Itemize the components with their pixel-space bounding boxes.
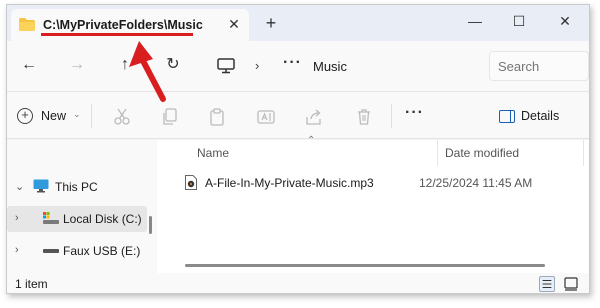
search-input[interactable] bbox=[490, 52, 588, 80]
monitor-icon bbox=[33, 179, 49, 193]
drive-icon bbox=[43, 212, 59, 224]
tab-close-icon[interactable]: ✕ bbox=[225, 15, 243, 33]
sort-ascending-icon: ⌃ bbox=[307, 135, 316, 146]
file-explorer-window: C:\MyPrivateFolders\Music ✕ + — ☐ ✕ ← → … bbox=[6, 4, 590, 294]
table-row[interactable]: A-File-In-My-Private-Music.mp3 12/25/202… bbox=[185, 172, 589, 194]
share-icon[interactable] bbox=[305, 108, 323, 126]
column-header-name[interactable]: Name bbox=[197, 146, 229, 160]
column-divider[interactable] bbox=[437, 140, 438, 166]
column-divider[interactable] bbox=[583, 140, 584, 166]
chevron-down-icon[interactable]: ⌄ bbox=[15, 180, 24, 193]
monitor-icon bbox=[217, 58, 235, 74]
breadcrumb-music[interactable]: Music bbox=[313, 59, 347, 74]
minimize-button[interactable]: — bbox=[463, 11, 487, 31]
maximize-button[interactable]: ☐ bbox=[507, 11, 531, 31]
usb-drive-icon bbox=[43, 249, 59, 253]
file-name: A-File-In-My-Private-Music.mp3 bbox=[205, 176, 374, 190]
paste-icon[interactable] bbox=[209, 108, 227, 126]
sidebar-item-label: This PC bbox=[55, 180, 98, 194]
copy-icon[interactable] bbox=[161, 108, 179, 126]
search-box[interactable] bbox=[489, 51, 589, 81]
horizontal-scrollbar[interactable] bbox=[185, 264, 545, 267]
divider bbox=[91, 104, 92, 128]
forward-button[interactable]: → bbox=[67, 55, 87, 75]
navigation-bar: ← → ↑ ↻ › ··· Music bbox=[7, 41, 589, 91]
back-button[interactable]: ← bbox=[19, 55, 39, 75]
command-bar: + New ⌄ ··· Details bbox=[7, 91, 589, 139]
cut-icon[interactable] bbox=[113, 108, 131, 126]
close-window-button[interactable]: ✕ bbox=[553, 11, 577, 31]
breadcrumb-overflow-button[interactable]: ··· bbox=[283, 54, 302, 72]
navigation-pane: ⌄ This PC › Local Disk (C:) › Faux USB (… bbox=[7, 140, 157, 273]
plus-icon: + bbox=[17, 108, 33, 124]
sidebar-item-local-disk[interactable]: › Local Disk (C:) bbox=[7, 206, 147, 232]
audio-file-icon bbox=[185, 175, 197, 190]
annotation-arrow-icon bbox=[129, 41, 166, 102]
sidebar-item-label: Faux USB (E:) bbox=[63, 244, 141, 258]
tab-title: C:\MyPrivateFolders\Music bbox=[43, 18, 203, 32]
details-label: Details bbox=[521, 109, 560, 123]
new-label: New bbox=[41, 109, 67, 123]
new-tab-button[interactable]: + bbox=[261, 13, 281, 33]
address-bar[interactable]: › ··· Music bbox=[207, 51, 477, 81]
item-count: 1 item bbox=[15, 277, 48, 291]
rename-icon[interactable] bbox=[257, 108, 275, 126]
status-bar: 1 item bbox=[7, 273, 589, 293]
chevron-down-icon: ⌄ bbox=[73, 109, 81, 119]
chevron-right-icon[interactable]: › bbox=[15, 212, 19, 224]
more-options-button[interactable]: ··· bbox=[405, 104, 424, 122]
column-header-date-modified[interactable]: Date modified bbox=[445, 146, 519, 160]
sidebar-item-this-pc[interactable]: ⌄ This PC bbox=[7, 174, 147, 200]
details-view-icon[interactable] bbox=[539, 276, 555, 292]
nav-pane-scrollbar[interactable] bbox=[149, 216, 152, 234]
sidebar-item-label: Local Disk (C:) bbox=[63, 212, 142, 226]
divider bbox=[391, 104, 392, 128]
file-date-modified: 12/25/2024 11:45 AM bbox=[419, 176, 533, 190]
tab-strip: C:\MyPrivateFolders\Music ✕ + — ☐ ✕ bbox=[7, 5, 589, 41]
breadcrumb-separator[interactable]: › bbox=[255, 58, 259, 73]
sidebar-item-faux-usb[interactable]: › Faux USB (E:) bbox=[7, 238, 147, 264]
delete-icon[interactable] bbox=[355, 108, 373, 126]
details-pane-icon bbox=[499, 110, 515, 123]
tiles-view-icon[interactable] bbox=[563, 276, 579, 292]
folder-icon bbox=[19, 18, 35, 31]
chevron-right-icon[interactable]: › bbox=[15, 244, 19, 256]
file-list: ⌃ Name Date modified A-File-In-My-Privat… bbox=[157, 135, 589, 273]
